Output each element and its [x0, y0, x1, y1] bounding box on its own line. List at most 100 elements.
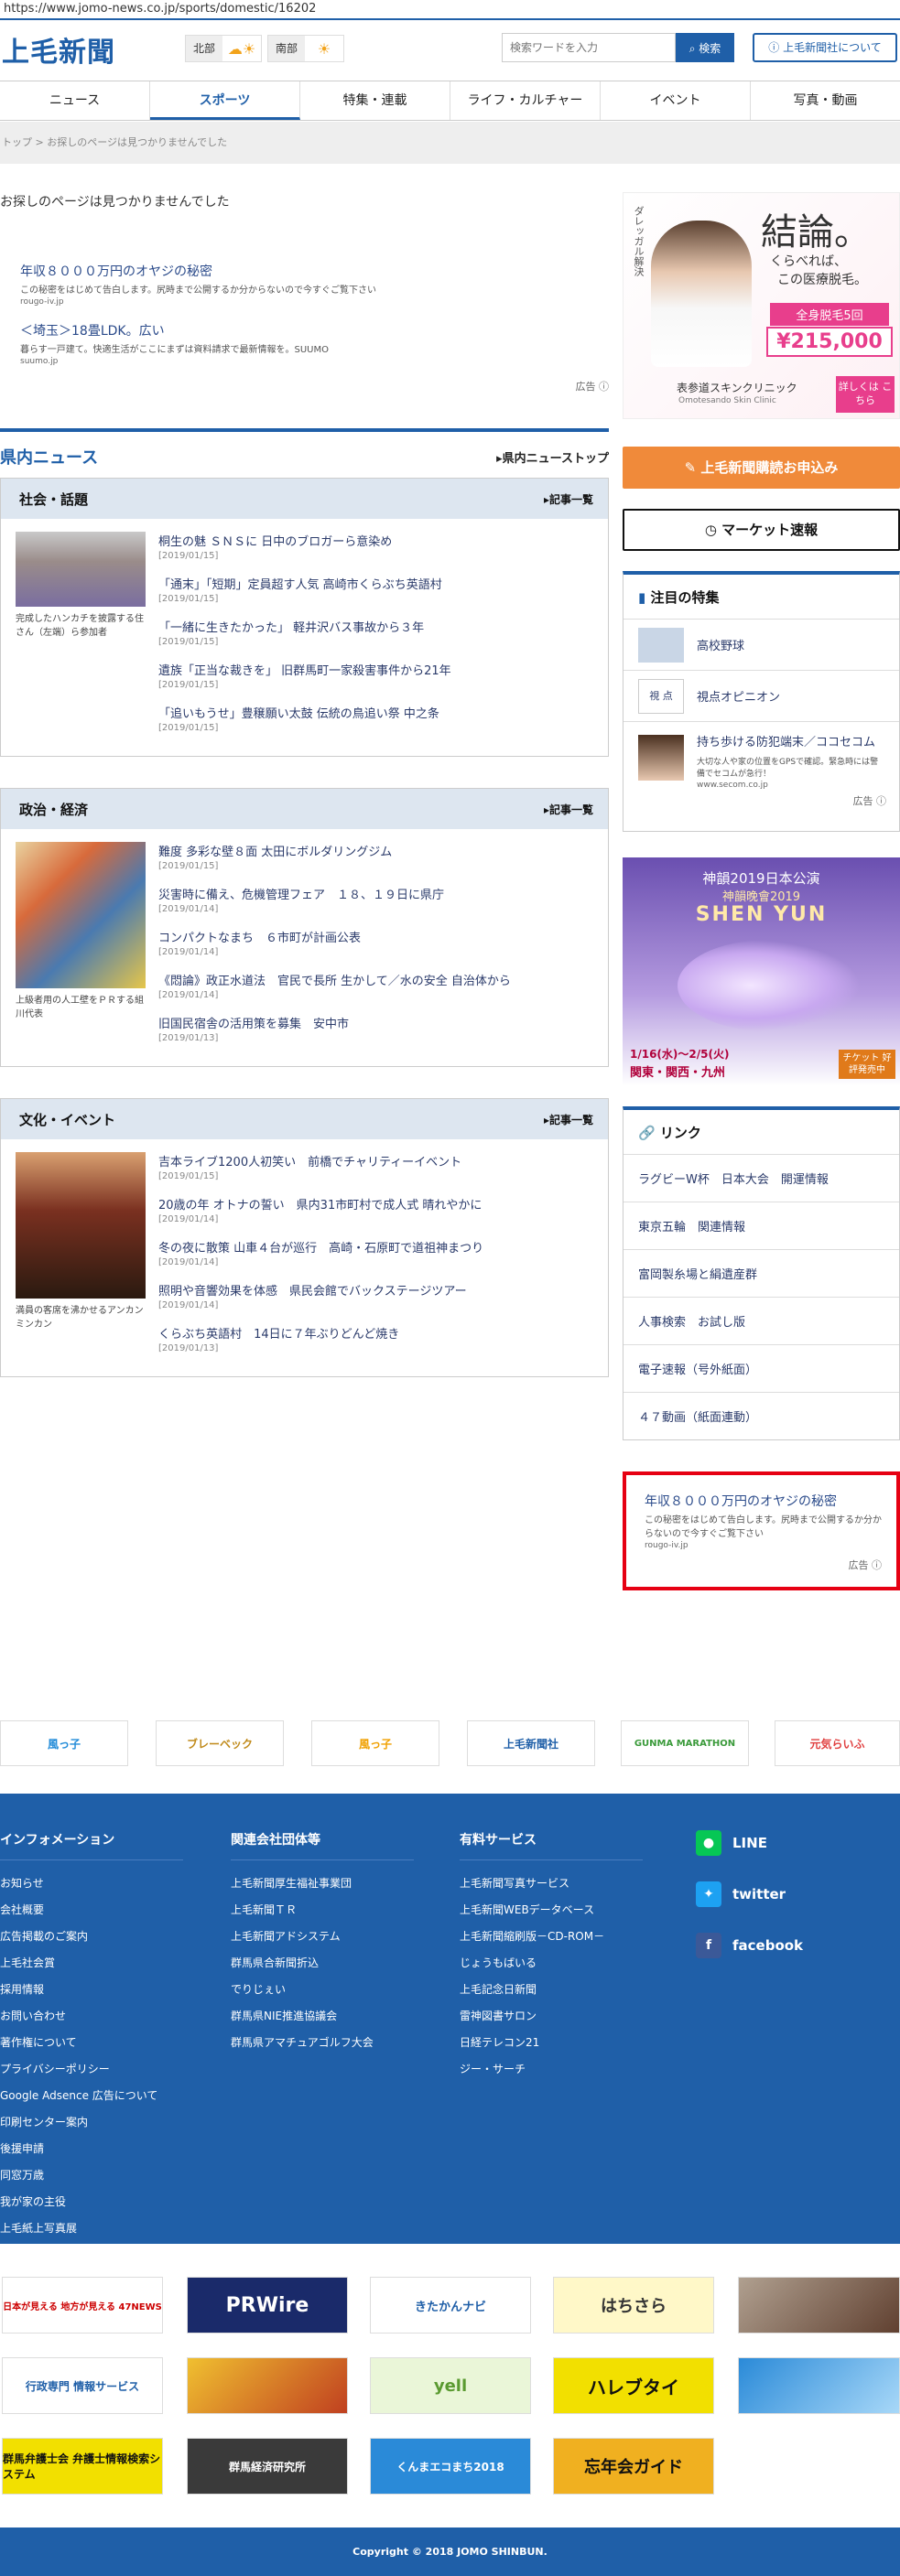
ad-label[interactable]: 広告 ⓘ [20, 379, 610, 393]
banner[interactable]: 群馬弁護士会 弁護士情報検索システム [2, 2438, 163, 2495]
category-more-link[interactable]: ▸記事一覧 [544, 1112, 593, 1127]
partner-logo[interactable]: 風っ子 [0, 1720, 128, 1766]
nav-events[interactable]: イベント [601, 81, 751, 120]
news-headline[interactable]: 桐生の魅 ＳＮＳに 日中のブロガーら意染め [158, 532, 595, 549]
list-item[interactable]: 冬の夜に散策 山車４台が巡行 高崎・石原町で道祖神まつり [2019/01/14] [158, 1238, 595, 1267]
link-item[interactable]: ４７動画（紙面連動） [623, 1392, 899, 1439]
banner[interactable]: ハレブタイ [553, 2357, 714, 2414]
banner[interactable]: はちさら [553, 2277, 714, 2333]
featured-ad-item[interactable]: 持ち歩ける防犯端末／ココセコム 大切な人や家の位置をGPSで確認。緊急時には警備… [623, 721, 899, 831]
banner[interactable]: きたかんナビ [370, 2277, 531, 2333]
sponsored-item[interactable]: 年収８０００万円のオヤジの秘密 この秘密をはじめて告白します。尻時まで公開するか… [20, 262, 609, 307]
nav-news[interactable]: ニュース [0, 81, 150, 120]
news-photo[interactable] [16, 532, 146, 607]
footer-link[interactable]: 我が家の主役 [0, 2193, 183, 2209]
list-item[interactable]: 照明や音響効果を体感 県民会館でバックステージツアー [2019/01/14] [158, 1281, 595, 1310]
banner[interactable]: くんまエコまち2018 [370, 2438, 531, 2495]
link-item[interactable]: 富岡製糸場と絹遺産群 [623, 1249, 899, 1297]
about-company-button[interactable]: ⓘ 上毛新聞社について [753, 33, 897, 62]
link-item[interactable]: 東京五輪 関連情報 [623, 1202, 899, 1249]
link-item[interactable]: ラグビーW杯 日本大会 開運情報 [623, 1154, 899, 1202]
list-item[interactable]: 「一緒に生きたかった」 軽井沢バス事故から３年 [2019/01/15] [158, 618, 595, 647]
sponsored-title[interactable]: 年収８０００万円のオヤジの秘密 [20, 262, 609, 280]
footer-link[interactable]: 上毛新聞ＴＲ [231, 1902, 414, 1917]
news-headline[interactable]: 「通末」「短期」定員超す人気 高崎市くらぶち英語村 [158, 575, 595, 592]
footer-link[interactable]: 日経テレコン21 [460, 2034, 643, 2050]
footer-link[interactable]: 印刷センター案内 [0, 2114, 183, 2129]
sponsored-title[interactable]: 年収８０００万円のオヤジの秘密 [645, 1492, 882, 1510]
news-headline[interactable]: 災害時に備え、危機管理フェア １８、１９日に県庁 [158, 885, 595, 902]
footer-link[interactable]: 同窓万歳 [0, 2167, 183, 2183]
news-headline[interactable]: 「一緒に生きたかった」 軽井沢バス事故から３年 [158, 618, 595, 635]
footer-link[interactable]: 後援申請 [0, 2140, 183, 2156]
social-facebook[interactable]: f facebook [696, 1933, 803, 1958]
link-item[interactable]: 電子速報（号外紙面） [623, 1344, 899, 1392]
partner-logo[interactable]: GUNMA MARATHON [621, 1720, 749, 1766]
category-photo[interactable]: 上級者用の人工壁をＰＲする組川代表 [16, 842, 146, 1057]
banner[interactable]: 行政専門 情報サービス [2, 2357, 163, 2414]
search-button[interactable]: ⌕ 検索 [676, 33, 734, 62]
footer-link[interactable]: 群馬県NIE推進協議会 [231, 2008, 414, 2023]
footer-link[interactable]: 上毛記念日新聞 [460, 1981, 643, 1997]
footer-link[interactable]: 群馬県合新聞折込 [231, 1955, 414, 1970]
banner[interactable] [187, 2357, 348, 2414]
news-headline[interactable]: 旧国民宿舎の活用策を募集 安中市 [158, 1014, 595, 1031]
news-headline[interactable]: 「追いもうせ」豊穣願い太鼓 伝統の鳥追い祭 中之条 [158, 704, 595, 721]
subscribe-button[interactable]: ✎ 上毛新聞購読お申込み [623, 447, 900, 489]
list-item[interactable]: 20歳の年 オトナの誓い 県内31市町村で成人式 晴れやかに [2019/01/1… [158, 1195, 595, 1224]
footer-link[interactable]: じょうもばいる [460, 1955, 643, 1970]
list-item[interactable]: 《悶論》政正水道法 官民で長所 生かして／水の安全 自治体から [2019/01/… [158, 971, 595, 1000]
site-logo[interactable]: 上毛新聞 [2, 29, 115, 70]
footer-link[interactable]: 上毛紙上写真展 [0, 2220, 183, 2236]
news-headline[interactable]: 吉本ライブ1200人初笑い 前橋でチャリティーイベント [158, 1152, 595, 1169]
featured-item[interactable]: 視 点視点オピニオン [623, 670, 899, 721]
footer-link[interactable]: 採用情報 [0, 1981, 183, 1997]
category-more-link[interactable]: ▸記事一覧 [544, 491, 593, 507]
footer-link[interactable]: お問い合わせ [0, 2008, 183, 2023]
featured-item[interactable]: 高校野球 [623, 619, 899, 670]
category-photo[interactable]: 満員の客席を沸かせるアンカンミンカン [16, 1152, 146, 1367]
footer-link[interactable]: 雷神図書サロン [460, 2008, 643, 2023]
shenyun-ad-banner[interactable]: 神韻2019日本公演 神韻晚會2019 SHEN YUN 1/16(水)〜2/5… [623, 857, 900, 1086]
nav-life-culture[interactable]: ライフ・カルチャー [450, 81, 601, 120]
list-item[interactable]: コンパクトなまち ６市町が計画公表 [2019/01/14] [158, 928, 595, 957]
social-line[interactable]: ● LINE [696, 1830, 803, 1856]
list-item[interactable]: 遺族「正当な裁きを」 旧群馬町一家殺害事件から21年 [2019/01/15] [158, 661, 595, 690]
breadcrumb-home[interactable]: トップ [2, 136, 32, 148]
featured-label[interactable]: 高校野球 [697, 636, 744, 653]
clinic-ad-banner[interactable]: ダレッガル解決 結論。 くらべれば、 この医療脱毛。 全身脱毛5回 ¥215,0… [623, 192, 900, 419]
news-headline[interactable]: 難度 多彩な壁８面 太田にボルダリングジム [158, 842, 595, 859]
list-item[interactable]: 吉本ライブ1200人初笑い 前橋でチャリティーイベント [2019/01/15] [158, 1152, 595, 1181]
list-item[interactable]: 「通末」「短期」定員超す人気 高崎市くらぶち英語村 [2019/01/15] [158, 575, 595, 604]
featured-label[interactable]: 視点オピニオン [697, 687, 780, 705]
ad-label[interactable]: 広告 ⓘ [638, 793, 887, 808]
partner-logo[interactable]: 風っ子 [311, 1720, 439, 1766]
list-item[interactable]: 「追いもうせ」豊穣願い太鼓 伝統の鳥追い祭 中之条 [2019/01/15] [158, 704, 595, 733]
link-item[interactable]: 人事検索 お試し版 [623, 1297, 899, 1344]
footer-link[interactable]: 広告掲載のご案内 [0, 1928, 183, 1944]
nav-features[interactable]: 特集・連載 [300, 81, 450, 120]
news-headline[interactable]: 遺族「正当な裁きを」 旧群馬町一家殺害事件から21年 [158, 661, 595, 678]
featured-ad-title[interactable]: 持ち歩ける防犯端末／ココセコム [697, 735, 886, 751]
footer-link[interactable]: Google Adsence 広告について [0, 2087, 183, 2103]
list-item[interactable]: 難度 多彩な壁８面 太田にボルダリングジム [2019/01/15] [158, 842, 595, 871]
ad-cta-button[interactable]: 詳しくは こちら [836, 376, 895, 413]
sponsored-item[interactable]: ＜埼玉＞18畳LDK。広い 暮らす一戸建て。快適生活がここにまずは資料請求で最新… [20, 321, 609, 366]
news-headline[interactable]: 20歳の年 オトナの誓い 県内31市町村で成人式 晴れやかに [158, 1195, 595, 1213]
news-headline[interactable]: 照明や音響効果を体感 県民会館でバックステージツアー [158, 1281, 595, 1299]
partner-logo[interactable]: ブレーベック [156, 1720, 284, 1766]
sponsored-ad-box[interactable]: 年収８０００万円のオヤジの秘密 この秘密をはじめて告白します。尻時まで公開するか… [623, 1471, 900, 1590]
banner[interactable] [738, 2357, 900, 2414]
banner[interactable]: 日本が見える 地方が見える 47NEWS [2, 2277, 163, 2333]
banner[interactable]: 群馬経済研究所 [187, 2438, 348, 2495]
news-headline[interactable]: くらぶち英語村 14日に７年ぶりどんど焼き [158, 1324, 595, 1342]
weather-north[interactable]: 北部 ☁☀ [185, 35, 263, 62]
ad-label[interactable]: 広告 ⓘ [645, 1557, 883, 1572]
footer-link[interactable]: 著作権について [0, 2034, 183, 2050]
list-item[interactable]: 災害時に備え、危機管理フェア １８、１９日に県庁 [2019/01/14] [158, 885, 595, 914]
footer-link[interactable]: お知らせ [0, 1875, 183, 1891]
footer-link[interactable]: ジー・サーチ [460, 2061, 643, 2076]
footer-link[interactable]: 会社概要 [0, 1902, 183, 1917]
banner[interactable]: PRWire [187, 2277, 348, 2333]
url-bar[interactable]: https://www.jomo-news.co.jp/sports/domes… [0, 0, 900, 20]
